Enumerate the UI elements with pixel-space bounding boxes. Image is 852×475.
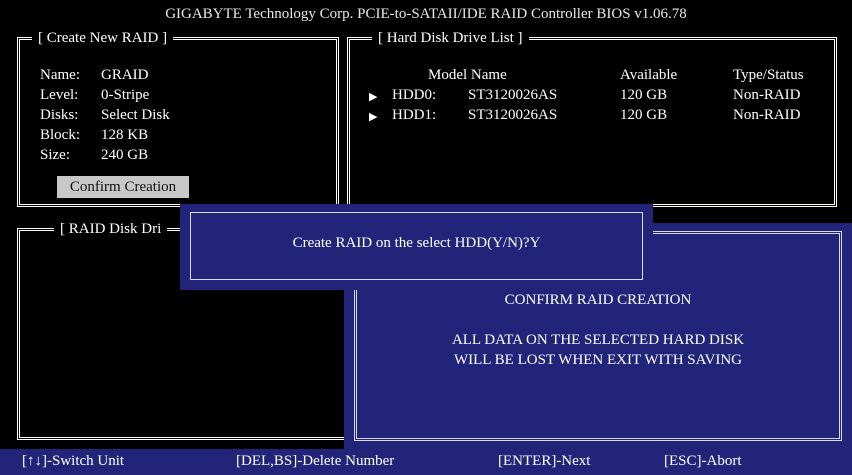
- field-block-value[interactable]: 128 KB: [101, 127, 148, 144]
- warning-line-2: WILL BE LOST WHEN EXIT WITH SAVING: [453, 352, 743, 368]
- footer-next: [ENTER]-Next: [498, 453, 591, 469]
- col-model-name: Model Name: [428, 67, 507, 83]
- hdd1-model[interactable]: ST3120026AS: [468, 107, 557, 124]
- field-level-label: Level:: [40, 87, 79, 103]
- warning-line-1: ALL DATA ON THE SELECTED HARD DISK: [451, 332, 745, 348]
- raid-disk-heading: [ RAID Disk Dri: [54, 221, 168, 237]
- row-pointer-icon: ▶: [369, 111, 378, 123]
- hdd1-status: Non-RAID: [733, 107, 801, 123]
- prompt-frame: Create RAID on the select HDD(Y/N)?Y: [190, 212, 643, 280]
- col-type-status: Type/Status: [733, 67, 804, 83]
- hdd0-available: 120 GB: [620, 87, 668, 103]
- footer-switch-unit: [↑↓]-Switch Unit: [22, 453, 125, 469]
- field-level-value[interactable]: 0-Stripe: [101, 87, 149, 104]
- bios-title: GIGABYTE Technology Corp. PCIE-to-SATAII…: [165, 6, 687, 22]
- field-size-value[interactable]: 240 GB: [101, 147, 148, 164]
- create-raid-heading: [ Create New RAID ]: [32, 30, 174, 46]
- row-pointer-icon: ▶: [369, 91, 378, 103]
- field-name-value[interactable]: GRAID: [101, 67, 149, 84]
- hdd1-id[interactable]: HDD1:: [392, 107, 436, 124]
- hdd0-model[interactable]: ST3120026AS: [468, 87, 557, 104]
- field-disks-value[interactable]: Select Disk: [101, 107, 170, 124]
- footer-delete-number: [DEL,BS]-Delete Number: [236, 453, 395, 469]
- warning-title: CONFIRM RAID CREATION: [504, 292, 692, 308]
- hdd1-available: 120 GB: [620, 107, 668, 123]
- create-raid-prompt-dialog: Create RAID on the select HDD(Y/N)?Y: [180, 204, 653, 290]
- hdd-list-heading: [ Hard Disk Drive List ]: [372, 30, 529, 46]
- prompt-text[interactable]: Create RAID on the select HDD(Y/N)?Y: [191, 235, 642, 252]
- field-size-label: Size:: [40, 147, 70, 163]
- footer-bar: [↑↓]-Switch Unit [DEL,BS]-Delete Number …: [0, 449, 852, 475]
- field-block-label: Block:: [40, 127, 80, 143]
- field-name-label: Name:: [40, 67, 80, 83]
- field-disks-label: Disks:: [40, 107, 79, 123]
- hdd0-id[interactable]: HDD0:: [392, 87, 436, 104]
- footer-abort: [ESC]-Abort: [664, 453, 742, 469]
- confirm-creation-button[interactable]: Confirm Creation: [57, 176, 189, 198]
- col-available: Available: [620, 67, 678, 83]
- hdd0-status: Non-RAID: [733, 87, 801, 103]
